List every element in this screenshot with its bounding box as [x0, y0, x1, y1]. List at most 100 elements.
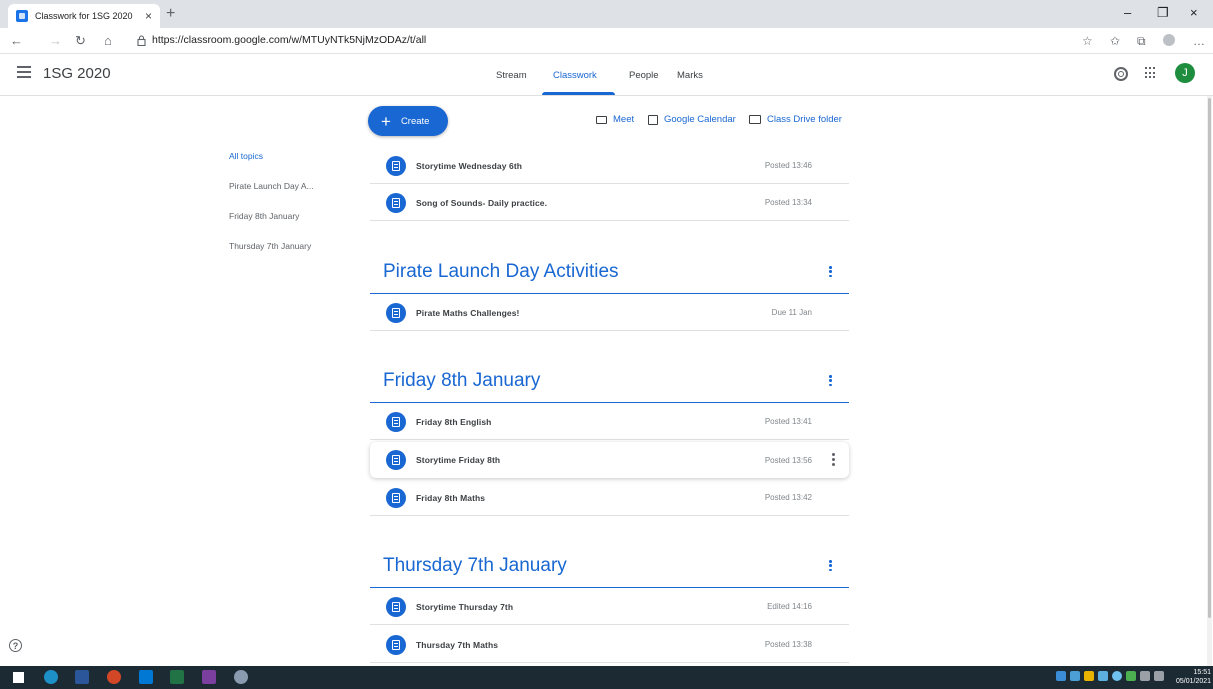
tab-people[interactable]: People	[629, 70, 659, 81]
browser-tab-strip: Classwork for 1SG 2020 × + – ❐ ×	[0, 0, 1213, 28]
help-icon[interactable]: ?	[9, 639, 22, 652]
assignment-icon	[386, 487, 406, 508]
list-item[interactable]: Friday 8th Maths Posted 13:42	[370, 480, 849, 516]
topic-more-options-icon[interactable]	[829, 560, 832, 571]
powerpoint-icon[interactable]	[107, 670, 121, 684]
item-date: Edited 14:16	[767, 602, 812, 611]
meet-link[interactable]: Meet	[596, 114, 634, 125]
favorites-list-icon[interactable]: ✩	[1110, 34, 1120, 48]
browser-menu-icon[interactable]: …	[1193, 34, 1205, 48]
edge-browser-icon[interactable]	[44, 670, 58, 684]
network-icon[interactable]	[1140, 671, 1150, 681]
windows-taskbar: 15:51 05/01/2021	[0, 666, 1213, 689]
tab-stream[interactable]: Stream	[496, 70, 527, 81]
tray-app-icon[interactable]	[1126, 671, 1136, 681]
url-input[interactable]: https://classroom.google.com/w/MTUyNTk5N…	[152, 34, 426, 46]
classroom-favicon-icon	[16, 10, 28, 22]
maximize-button[interactable]: ❐	[1157, 6, 1169, 20]
favorite-star-icon[interactable]: ☆	[1082, 34, 1093, 48]
topic-nav-pirate-launch-day[interactable]: Pirate Launch Day A...	[229, 181, 314, 191]
topic-nav-friday-8th-january[interactable]: Friday 8th January	[229, 211, 299, 221]
word-icon[interactable]	[75, 670, 89, 684]
assignment-icon	[386, 450, 406, 470]
volume-icon[interactable]	[1154, 671, 1164, 681]
tray-app-icon[interactable]	[1056, 671, 1066, 681]
home-button[interactable]: ⌂	[104, 33, 112, 49]
classroom-header: 1SG 2020 Stream Classwork People Marks J	[0, 54, 1213, 96]
refresh-button[interactable]: ↻	[75, 33, 86, 49]
item-title: Storytime Friday 8th	[416, 455, 501, 465]
main-menu-icon[interactable]	[17, 66, 31, 78]
onedrive-icon[interactable]	[1112, 671, 1122, 681]
class-title[interactable]: 1SG 2020	[43, 65, 111, 82]
list-item[interactable]: Storytime Thursday 7th Edited 14:16	[370, 589, 849, 625]
assignment-icon	[386, 302, 406, 323]
outlook-icon[interactable]	[139, 670, 153, 684]
create-button-label: Create	[400, 115, 430, 127]
item-date: Posted 13:34	[764, 198, 812, 207]
material-icon	[386, 192, 406, 213]
assignment-icon	[386, 634, 406, 655]
paint-icon[interactable]	[234, 670, 248, 684]
item-title: Friday 8th Maths	[416, 492, 486, 503]
tray-app-icon[interactable]	[1070, 671, 1080, 681]
window-close-button[interactable]: ×	[1190, 6, 1198, 20]
item-due-date: Due 11 Jan	[771, 308, 812, 317]
account-avatar[interactable]: J	[1175, 63, 1195, 83]
assignment-icon	[386, 596, 406, 617]
topic-more-options-icon[interactable]	[829, 266, 832, 277]
google-calendar-link-label: Google Calendar	[664, 114, 736, 125]
browser-tab[interactable]: Classwork for 1SG 2020 ×	[8, 4, 160, 28]
list-item[interactable]: Storytime Wednesday 6th Posted 13:46	[370, 148, 849, 184]
taskbar-clock[interactable]: 15:51 05/01/2021	[1176, 668, 1211, 686]
topic-nav-thursday-7th-january[interactable]: Thursday 7th January	[229, 241, 311, 251]
settings-gear-icon[interactable]	[1114, 67, 1128, 81]
minimize-button[interactable]: –	[1124, 6, 1131, 20]
new-tab-button[interactable]: +	[166, 5, 175, 23]
topic-divider	[370, 587, 849, 588]
item-title: Friday 8th English	[416, 416, 492, 427]
item-more-options-icon[interactable]	[832, 453, 835, 466]
topic-heading: Friday 8th January	[383, 370, 541, 391]
video-icon	[596, 115, 607, 124]
list-item[interactable]: Song of Sounds- Daily practice. Posted 1…	[370, 185, 849, 221]
item-title: Storytime Wednesday 6th	[416, 160, 523, 171]
browser-profile-icon[interactable]	[1163, 34, 1175, 46]
tab-classwork[interactable]: Classwork	[553, 70, 597, 81]
topic-divider	[370, 402, 849, 403]
item-title: Thursday 7th Maths	[416, 639, 499, 650]
tray-app-icon[interactable]	[1084, 671, 1094, 681]
forward-button[interactable]: →	[49, 33, 62, 49]
back-button[interactable]: ←	[10, 33, 23, 49]
class-drive-folder-link[interactable]: Class Drive folder	[749, 114, 842, 125]
collections-icon[interactable]: ⧉	[1137, 34, 1146, 48]
list-item[interactable]: Friday 8th English Posted 13:41	[370, 404, 849, 440]
item-title: Storytime Thursday 7th	[416, 601, 514, 612]
topic-more-options-icon[interactable]	[829, 375, 832, 386]
browser-tab-title: Classwork for 1SG 2020	[35, 11, 133, 21]
windows-start-icon[interactable]	[13, 672, 24, 683]
class-drive-folder-link-label: Class Drive folder	[767, 114, 842, 125]
assignment-icon	[386, 411, 406, 432]
list-item[interactable]: Storytime Friday 8th Posted 13:56	[370, 442, 849, 478]
item-title: Pirate Maths Challenges!	[416, 307, 520, 318]
tab-close-icon[interactable]: ×	[145, 9, 152, 23]
tray-app-icon[interactable]	[1098, 671, 1108, 681]
assignment-icon	[386, 155, 406, 176]
list-item[interactable]: Pirate Maths Challenges! Due 11 Jan	[370, 295, 849, 331]
sims-icon[interactable]	[202, 670, 216, 684]
item-date: Posted 13:46	[764, 161, 812, 170]
item-date: Posted 13:38	[764, 640, 812, 649]
list-item[interactable]: Thursday 7th Maths Posted 13:38	[370, 627, 849, 663]
topic-nav-all-topics[interactable]: All topics	[229, 151, 263, 161]
clock-time: 15:51	[1193, 669, 1212, 676]
google-calendar-link[interactable]: Google Calendar	[648, 114, 736, 125]
excel-icon[interactable]	[170, 670, 184, 684]
tab-marks[interactable]: Marks	[677, 70, 703, 81]
google-apps-icon[interactable]	[1145, 67, 1157, 79]
page-scrollbar[interactable]	[1207, 96, 1212, 666]
plus-icon: +	[381, 111, 391, 131]
create-button[interactable]: + Create	[368, 106, 448, 136]
item-date: Posted 13:42	[764, 493, 812, 502]
topic-divider	[370, 293, 849, 294]
